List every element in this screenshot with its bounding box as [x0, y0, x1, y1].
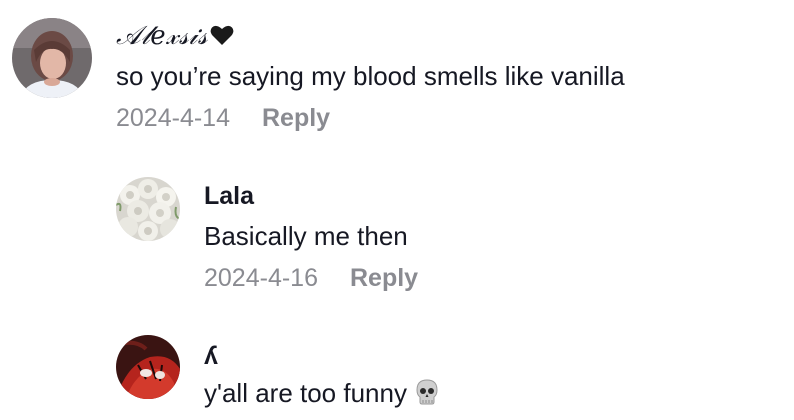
avatar[interactable]	[12, 18, 92, 98]
comment-reply: ʎ y'all are too funny	[0, 320, 794, 420]
skull-icon	[413, 378, 441, 413]
avatar[interactable]	[116, 335, 180, 399]
comment-username[interactable]: ʎ	[204, 342, 218, 371]
comment-text: Basically me then	[204, 221, 408, 251]
comment-date: 2024-4-16	[204, 264, 318, 292]
avatar[interactable]	[116, 177, 180, 241]
comment-username[interactable]: Lala	[204, 182, 254, 211]
comment-date: 2024-4-14	[116, 104, 230, 132]
comment: 𝒜𝓁𝑒𝓍𝓈𝒾𝓈 so you’re saying my blood smells…	[0, 0, 794, 150]
comment-meta: 2024-4-14 Reply	[116, 104, 330, 133]
comment-text: y'all are too funny	[204, 378, 441, 413]
comment-text: so you’re saying my blood smells like va…	[116, 61, 625, 91]
reply-button[interactable]: Reply	[350, 264, 418, 293]
comment-reply: Lala Basically me then 2024-4-16 Reply	[0, 160, 794, 310]
reply-button[interactable]: Reply	[262, 104, 330, 133]
comment-username[interactable]: 𝒜𝓁𝑒𝓍𝓈𝒾𝓈	[116, 21, 234, 53]
comment-meta: 2024-4-16 Reply	[204, 264, 418, 293]
black-heart-icon	[210, 23, 234, 53]
